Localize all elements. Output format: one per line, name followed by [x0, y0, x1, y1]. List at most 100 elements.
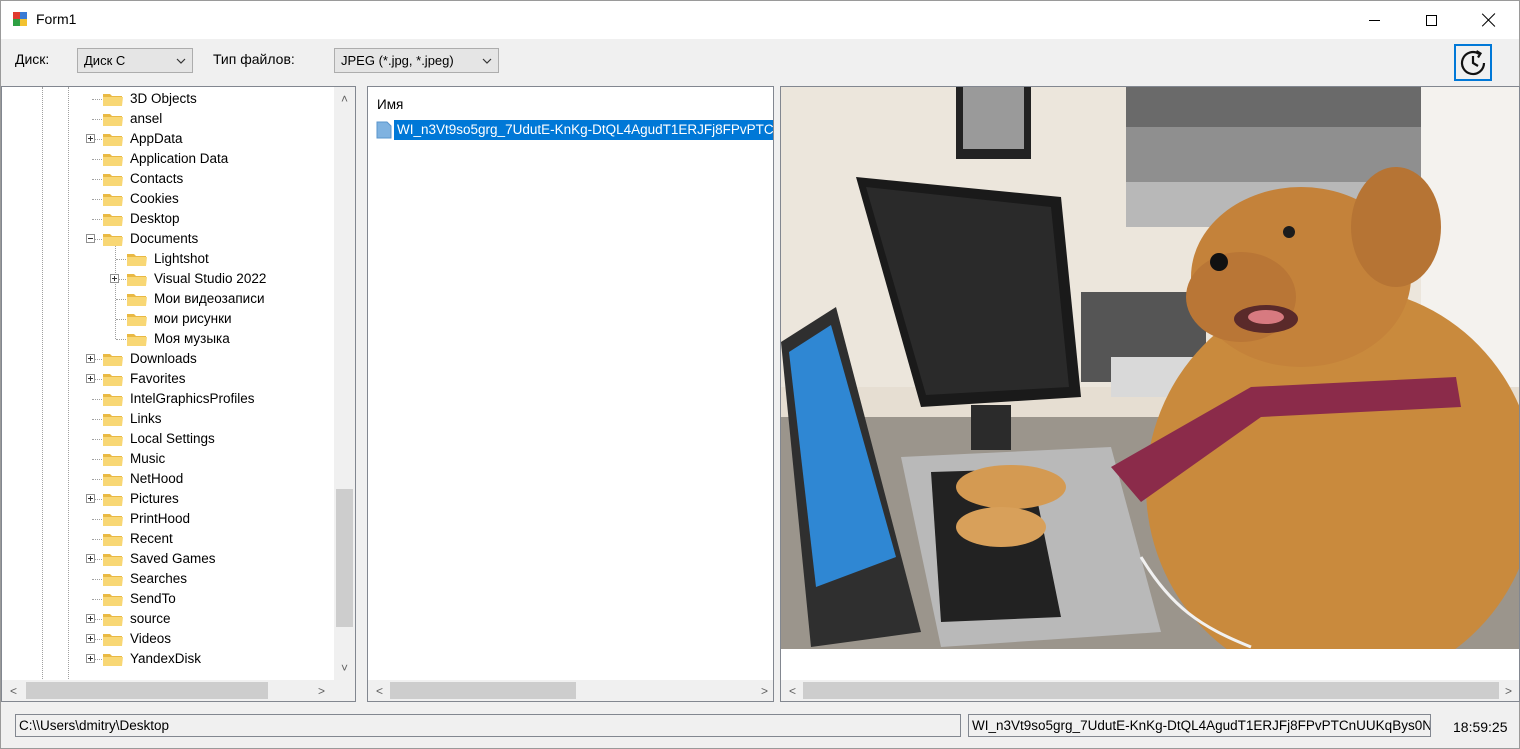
tree-item[interactable]: Desktop	[2, 209, 332, 229]
column-header-name[interactable]: Имя	[377, 97, 403, 112]
tree-item[interactable]: ansel	[2, 109, 332, 129]
scroll-left-icon[interactable]: <	[371, 682, 388, 699]
expand-icon[interactable]	[86, 634, 95, 643]
tree-item[interactable]: Lightshot	[2, 249, 332, 269]
tree-hscroll-thumb[interactable]	[26, 682, 268, 699]
filetype-label: Тип файлов:	[213, 51, 295, 67]
chevron-down-icon	[482, 58, 492, 64]
expand-icon[interactable]	[86, 374, 95, 383]
tree-item-label: Saved Games	[130, 551, 216, 566]
tree-item[interactable]: AppData	[2, 129, 332, 149]
tree-item-label: мои рисунки	[154, 311, 232, 326]
scroll-right-icon[interactable]: >	[1500, 682, 1517, 699]
folder-icon	[103, 454, 123, 466]
expand-icon[interactable]	[86, 494, 95, 503]
filetype-select[interactable]: JPEG (*.jpg, *.jpeg)	[334, 48, 499, 73]
folder-icon	[103, 414, 123, 426]
clock-time: 18:59:25	[1453, 719, 1508, 735]
list-hscroll-thumb[interactable]	[390, 682, 576, 699]
tree-item[interactable]: Application Data	[2, 149, 332, 169]
scroll-left-icon[interactable]: <	[784, 682, 801, 699]
disk-label: Диск:	[15, 51, 50, 67]
folder-icon	[103, 214, 123, 226]
folder-icon	[127, 334, 147, 346]
tree-item[interactable]: Моя музыка	[2, 329, 332, 349]
tree-item[interactable]: Documents	[2, 229, 332, 249]
folder-icon	[103, 494, 123, 506]
preview-hscroll-thumb[interactable]	[803, 682, 1499, 699]
history-button[interactable]	[1454, 44, 1492, 81]
tree-item[interactable]: Recent	[2, 529, 332, 549]
tree-item[interactable]: Music	[2, 449, 332, 469]
expand-icon[interactable]	[86, 654, 95, 663]
tree-item[interactable]: Мои видеозаписи	[2, 289, 332, 309]
current-file-field: WI_n3Vt9so5grg_7UdutE-KnKg-DtQL4AgudT1ER…	[968, 714, 1431, 737]
scroll-up-icon[interactable]: ˄	[336, 90, 353, 107]
expand-icon[interactable]	[86, 354, 95, 363]
tree-item[interactable]: Local Settings	[2, 429, 332, 449]
tree-item[interactable]: NetHood	[2, 469, 332, 489]
tree-item[interactable]: Saved Games	[2, 549, 332, 569]
close-button[interactable]	[1460, 1, 1518, 39]
tree-item[interactable]: мои рисунки	[2, 309, 332, 329]
folder-icon	[103, 114, 123, 126]
folder-tree[interactable]: 3D Objects ansel AppData Application Data Co…	[1, 86, 356, 702]
tree-item[interactable]: Pictures	[2, 489, 332, 509]
folder-icon	[103, 394, 123, 406]
tree-item[interactable]: IntelGraphicsProfiles	[2, 389, 332, 409]
folder-icon	[127, 274, 147, 286]
tree-item[interactable]: Visual Studio 2022	[2, 269, 332, 289]
tree-item[interactable]: SendTo	[2, 589, 332, 609]
folder-icon	[103, 94, 123, 106]
disk-select[interactable]: Диск C	[77, 48, 193, 73]
scroll-right-icon[interactable]: >	[313, 682, 330, 699]
expand-icon[interactable]	[86, 134, 95, 143]
tree-item[interactable]: 3D Objects	[2, 89, 332, 109]
folder-icon	[103, 614, 123, 626]
tree-item[interactable]: Favorites	[2, 369, 332, 389]
tree-item-label: Lightshot	[154, 251, 209, 266]
clock-icon	[1460, 49, 1486, 75]
file-list[interactable]: Имя WI_n3Vt9so5grg_7UdutE-KnKg-DtQL4Agud…	[367, 86, 774, 702]
scroll-right-icon[interactable]: >	[756, 682, 773, 699]
tree-item-label: Моя музыка	[154, 331, 230, 346]
chevron-down-icon	[176, 58, 186, 64]
tree-vscroll-thumb[interactable]	[336, 489, 353, 627]
minimize-button[interactable]	[1345, 1, 1403, 39]
tree-item[interactable]: Cookies	[2, 189, 332, 209]
maximize-button[interactable]	[1402, 1, 1460, 39]
expand-icon[interactable]	[110, 274, 119, 283]
tree-item[interactable]: YandexDisk	[2, 649, 332, 669]
tree-item[interactable]: Links	[2, 409, 332, 429]
tree-horizontal-scrollbar[interactable]: < >	[2, 680, 334, 701]
expand-icon[interactable]	[86, 554, 95, 563]
collapse-icon[interactable]	[86, 234, 95, 243]
main-window: Form1 Диск: Диск C Тип файлов: JPEG (*.j…	[0, 0, 1520, 749]
tree-item-label: Favorites	[130, 371, 186, 386]
list-item[interactable]: WI_n3Vt9so5grg_7UdutE-KnKg-DtQL4AgudT1ER…	[376, 120, 773, 140]
folder-icon	[127, 314, 147, 326]
tree-vertical-scrollbar[interactable]: ˄ ˅	[334, 87, 355, 681]
tree-item[interactable]: PrintHood	[2, 509, 332, 529]
app-icon	[13, 12, 27, 26]
tree-item-label: Recent	[130, 531, 173, 546]
scroll-down-icon[interactable]: ˅	[336, 659, 353, 676]
folder-icon	[103, 514, 123, 526]
tree-item[interactable]: Contacts	[2, 169, 332, 189]
current-path-field: C:\\Users\dmitry\Desktop	[15, 714, 961, 737]
folder-icon	[103, 574, 123, 586]
image-preview-panel[interactable]: < >	[780, 86, 1520, 702]
tree-item-label: Links	[130, 411, 162, 426]
tree-item[interactable]: Downloads	[2, 349, 332, 369]
preview-horizontal-scrollbar[interactable]: < >	[781, 680, 1519, 701]
tree-item[interactable]: Searches	[2, 569, 332, 589]
tree-item-label: 3D Objects	[130, 91, 197, 106]
list-horizontal-scrollbar[interactable]: < >	[368, 680, 773, 701]
scroll-left-icon[interactable]: <	[5, 682, 22, 699]
expand-icon[interactable]	[86, 614, 95, 623]
preview-image	[781, 87, 1519, 687]
tree-item[interactable]: source	[2, 609, 332, 629]
folder-icon	[103, 374, 123, 386]
filetype-select-value: JPEG (*.jpg, *.jpeg)	[341, 53, 454, 68]
tree-item[interactable]: Videos	[2, 629, 332, 649]
